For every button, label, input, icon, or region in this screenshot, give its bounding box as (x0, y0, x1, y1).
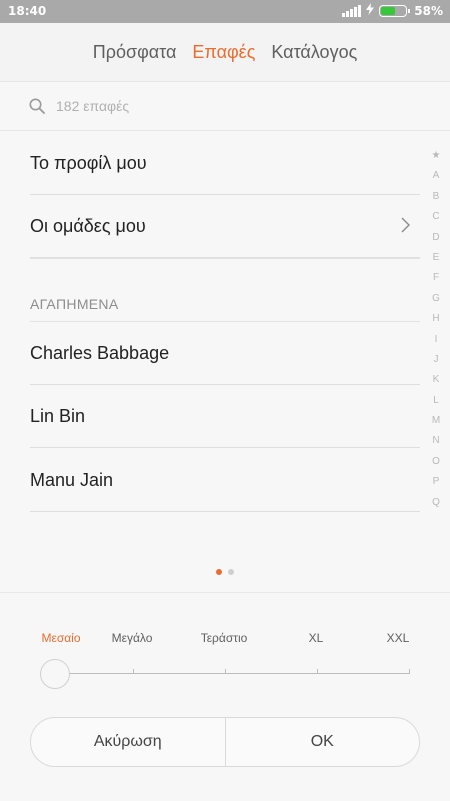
tab-recent[interactable]: Πρόσφατα (93, 42, 177, 63)
contact-name: Charles Babbage (30, 342, 170, 363)
font-size-sheet: Μεσαίο Μεγάλο Τεράστιο XL XXL Ακύρωση OK (0, 592, 450, 801)
size-option-medium[interactable]: Μεσαίο (41, 631, 80, 645)
index-letter[interactable]: O (432, 452, 440, 472)
slider-tick (133, 669, 134, 674)
index-letter[interactable]: B (433, 187, 440, 207)
tab-contacts[interactable]: Επαφές (192, 42, 255, 63)
search-icon (29, 98, 45, 114)
signal-icon (342, 4, 362, 17)
status-bar: 18:40 58% (0, 0, 450, 23)
index-letter[interactable]: L (433, 391, 439, 411)
size-option-xxl[interactable]: XXL (387, 631, 410, 645)
contact-name: Lin Bin (30, 405, 86, 426)
my-groups-label: Οι ομάδες μου (30, 215, 146, 236)
index-letter[interactable]: K (433, 370, 440, 390)
my-profile-label: Το προφίλ μου (30, 152, 147, 173)
size-option-huge[interactable]: Τεράστιο (201, 631, 248, 645)
battery-icon (379, 4, 411, 17)
index-letter[interactable]: J (434, 350, 439, 370)
battery-fill (381, 6, 395, 15)
index-letter[interactable]: D (432, 228, 439, 248)
index-letter[interactable]: P (433, 472, 440, 492)
favorites-header: ΑΓΑΠΗΜΕΝΑ (30, 296, 119, 312)
index-letter[interactable]: M (432, 411, 440, 431)
dialog-buttons: Ακύρωση OK (30, 717, 420, 767)
charging-icon (366, 3, 375, 18)
contact-name: Manu Jain (30, 469, 114, 490)
index-letter[interactable]: E (433, 248, 440, 268)
index-letter[interactable]: H (432, 309, 439, 329)
index-favorites-star[interactable]: ★ (432, 146, 441, 166)
alphabet-index[interactable]: ★ A B C D E F G H I J K L M N O P Q (428, 146, 444, 513)
my-profile-item[interactable]: Το προφίλ μου (30, 132, 420, 195)
index-letter[interactable]: C (432, 207, 439, 227)
index-letter[interactable]: F (433, 268, 439, 288)
slider-tick (317, 669, 318, 674)
contact-item[interactable]: Lin Bin (30, 385, 420, 448)
index-letter[interactable]: Q (432, 493, 440, 513)
page-dot-active (216, 569, 222, 575)
size-slider-track[interactable] (55, 673, 410, 674)
status-icons: 58% (342, 3, 443, 18)
index-letter[interactable]: N (432, 431, 439, 451)
search-bar[interactable]: 182 επαφές (0, 82, 450, 131)
my-groups-item[interactable]: Οι ομάδες μου (30, 195, 420, 258)
page-indicator (216, 569, 234, 575)
slider-tick (409, 669, 410, 674)
size-slider-thumb[interactable] (40, 659, 70, 689)
section-divider (30, 258, 420, 259)
battery-percent: 58% (414, 3, 443, 18)
slider-tick (225, 669, 226, 674)
index-letter[interactable]: G (432, 289, 440, 309)
index-letter[interactable]: A (433, 166, 440, 186)
chevron-right-icon (401, 217, 410, 233)
contact-item[interactable]: Manu Jain (30, 449, 420, 512)
index-letter[interactable]: I (435, 330, 438, 350)
cancel-button[interactable]: Ακύρωση (31, 718, 225, 766)
status-time: 18:40 (8, 4, 47, 18)
size-option-large[interactable]: Μεγάλο (112, 631, 153, 645)
size-option-xl[interactable]: XL (309, 631, 324, 645)
search-placeholder: 182 επαφές (56, 98, 130, 114)
page-dot (228, 569, 234, 575)
tab-directory[interactable]: Κατάλογος (271, 42, 357, 63)
contact-item[interactable]: Charles Babbage (30, 322, 420, 385)
tab-bar: Πρόσφατα Επαφές Κατάλογος (0, 23, 450, 82)
ok-button[interactable]: OK (224, 718, 420, 766)
